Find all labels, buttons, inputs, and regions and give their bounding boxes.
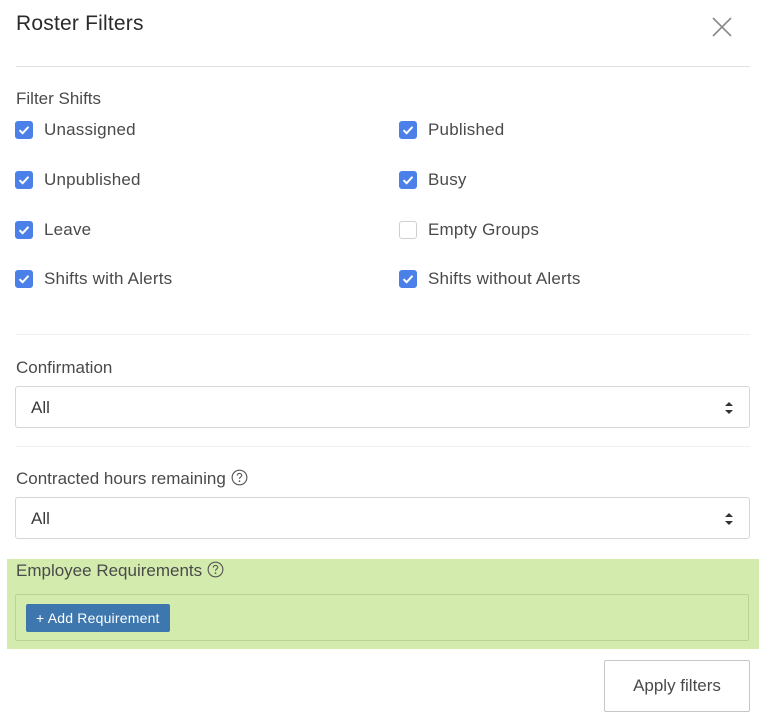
employee-requirements-label: Employee Requirements [16,561,224,581]
filter-shifts-label: Filter Shifts [16,89,102,108]
employee-requirements-label-text: Employee Requirements [16,561,203,580]
checkmark-icon [402,126,414,135]
modal-header: Roster Filters [0,0,762,66]
select-arrows-icon [725,513,733,525]
contracted-hours-label-text: Contracted hours remaining [16,469,226,488]
apply-filters-button[interactable]: Apply filters [604,660,750,712]
help-icon[interactable] [207,561,224,578]
checkbox-label: Shifts with Alerts [44,269,173,288]
checkbox-label: Unpublished [44,170,141,189]
checkmark-icon [18,176,30,185]
contracted-hours-select-value: All [31,509,50,528]
confirmation-select[interactable]: All [15,386,750,428]
checkbox-checked[interactable] [399,171,417,189]
checkbox-checked[interactable] [15,121,33,139]
header-divider [16,66,750,67]
confirmation-select-value: All [31,398,50,417]
checkbox-label: Empty Groups [428,220,540,239]
section-divider [16,446,750,447]
checkbox-checked[interactable] [399,270,417,288]
section-divider [16,334,750,335]
add-requirement-button[interactable]: + Add Requirement [26,604,170,632]
checkbox-item[interactable]: Leave [15,218,91,242]
checkbox-item[interactable]: Published [399,118,504,142]
checkmark-icon [18,126,30,135]
checkbox-item[interactable]: Unassigned [15,118,136,142]
checkmark-icon [18,226,30,235]
contracted-hours-select[interactable]: All [15,497,750,539]
select-arrows-icon [725,402,733,414]
checkmark-icon [402,275,414,284]
checkbox-unchecked[interactable] [399,221,417,239]
close-button[interactable] [708,13,736,41]
close-icon[interactable] [708,13,736,41]
checkbox-label: Leave [44,220,92,239]
requirements-box: + Add Requirement [15,594,749,641]
checkbox-checked[interactable] [15,221,33,239]
modal-title: Roster Filters [16,12,144,35]
checkbox-label: Shifts without Alerts [428,269,581,288]
checkbox-checked[interactable] [15,171,33,189]
checkbox-label: Published [428,120,505,139]
checkmark-icon [18,275,30,284]
checkbox-item[interactable]: Shifts without Alerts [399,267,581,291]
checkbox-checked[interactable] [15,270,33,288]
contracted-hours-label: Contracted hours remaining [16,469,248,489]
checkbox-item[interactable]: Busy [399,168,467,192]
checkmark-icon [402,176,414,185]
checkbox-checked[interactable] [399,121,417,139]
checkbox-item[interactable]: Shifts with Alerts [15,267,172,291]
help-icon[interactable] [231,469,248,486]
confirmation-label: Confirmation [16,358,113,377]
checkbox-label: Unassigned [44,120,136,139]
employee-requirements-section: Employee Requirements + Add Requirement [7,559,759,649]
checkbox-item[interactable]: Unpublished [15,168,141,192]
checkbox-item[interactable]: Empty Groups [399,218,539,242]
checkbox-label: Busy [428,170,467,189]
